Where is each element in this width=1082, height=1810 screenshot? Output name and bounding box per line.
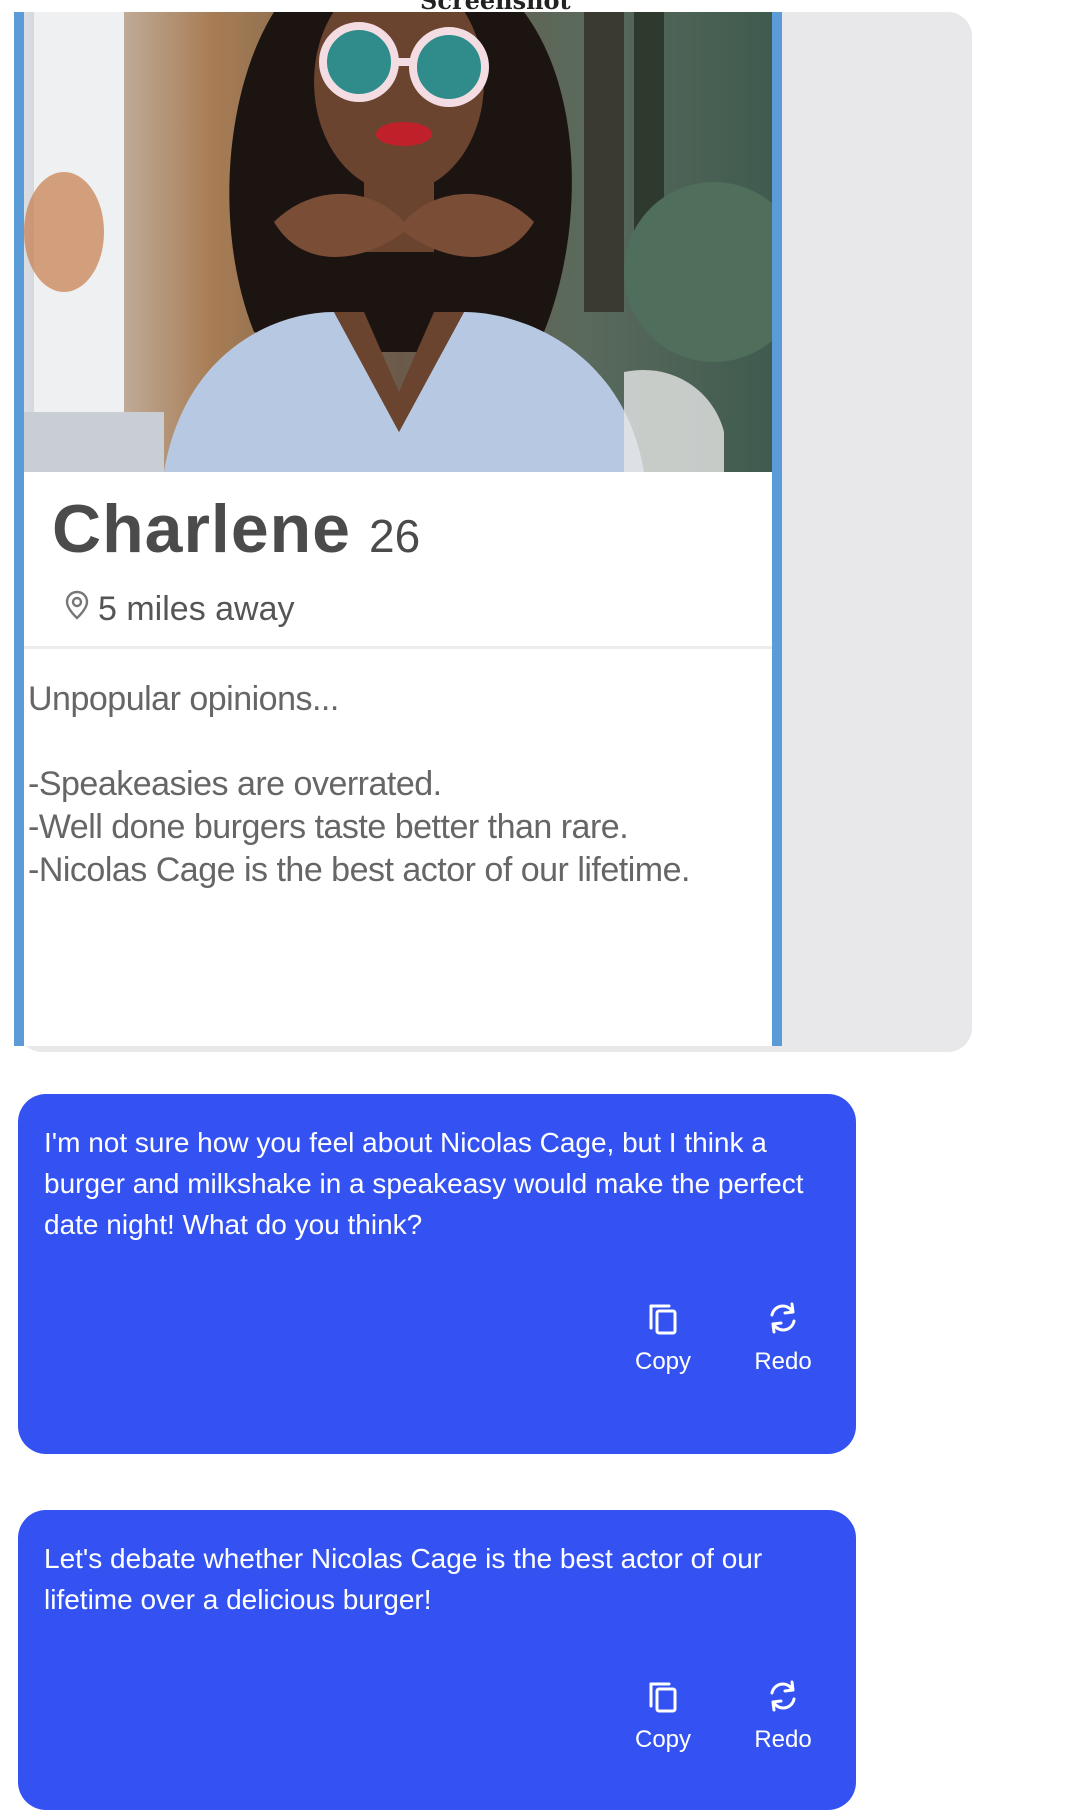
- redo-button[interactable]: Redo: [750, 1298, 816, 1376]
- redo-button[interactable]: Redo: [750, 1676, 816, 1754]
- redo-icon: [770, 1302, 796, 1334]
- profile-bio: Unpopular opinions... -Speakeasies are o…: [28, 678, 768, 892]
- profile-age: 26: [369, 510, 421, 562]
- distance-row: 5 miles away: [64, 590, 295, 629]
- profile-photo: [24, 12, 772, 472]
- bio-line: -Nicolas Cage is the best actor of our l…: [28, 851, 690, 889]
- distance-text: 5 miles away: [98, 590, 295, 628]
- redo-icon: [770, 1680, 796, 1712]
- bio-heading: Unpopular opinions...: [28, 680, 339, 718]
- redo-label: Redo: [754, 1348, 812, 1375]
- profile-name-row: Charlene 26: [52, 490, 420, 568]
- copy-button[interactable]: Copy: [630, 1676, 696, 1754]
- location-pin-icon: [64, 590, 90, 629]
- reply-text: Let's debate whether Nicolas Cage is the…: [44, 1543, 763, 1615]
- reply-text: I'm not sure how you feel about Nicolas …: [44, 1127, 804, 1240]
- reply-actions: Copy Redo: [630, 1298, 816, 1376]
- reply-suggestion: Let's debate whether Nicolas Cage is the…: [18, 1510, 856, 1810]
- copy-label: Copy: [634, 1348, 692, 1375]
- profile-card: Charlene 26 5 miles away Unpopular opini…: [14, 12, 782, 1046]
- copy-button[interactable]: Copy: [630, 1298, 696, 1376]
- copy-icon: [649, 1682, 677, 1713]
- bio-line: -Well done burgers taste better than rar…: [28, 808, 629, 846]
- profile-name: Charlene: [52, 491, 351, 567]
- reply-actions: Copy Redo: [630, 1676, 816, 1754]
- copy-icon: [649, 1304, 677, 1335]
- bio-line: -Speakeasies are overrated.: [28, 765, 442, 803]
- profile-divider: [24, 646, 772, 649]
- reply-suggestion: I'm not sure how you feel about Nicolas …: [18, 1094, 856, 1454]
